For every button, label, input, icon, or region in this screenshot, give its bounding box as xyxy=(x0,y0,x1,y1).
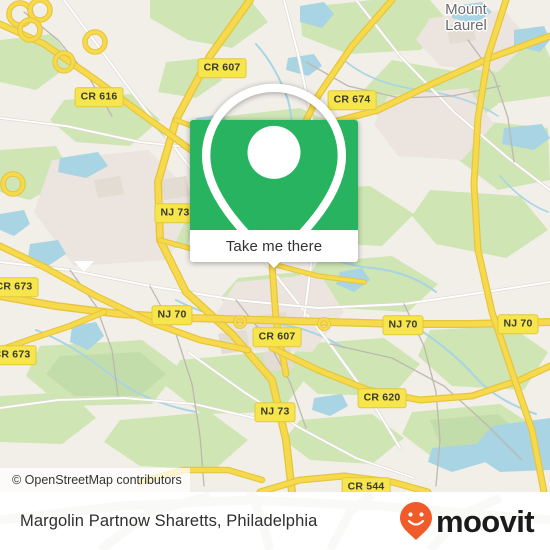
road-shield-nj-70: NJ 70 xyxy=(382,315,424,335)
map-canvas[interactable]: .g{fill:#cfe5b4} .gd{fill:#c3ddaa} .w{fi… xyxy=(0,0,550,492)
osm-attribution-text: © OpenStreetMap contributors xyxy=(12,473,182,487)
moovit-brand[interactable]: moovit xyxy=(399,492,535,550)
page-title: Margolin Partnow Sharetts, Philadelphia xyxy=(20,492,317,550)
destination-callout-card[interactable]: Take me there xyxy=(190,83,358,269)
road-shield-cr-616: CR 616 xyxy=(74,87,124,107)
page-title-text: Margolin Partnow Sharetts, Philadelphia xyxy=(20,511,318,530)
callout-header xyxy=(190,83,358,269)
moovit-map-screenshot: .g{fill:#cfe5b4} .gd{fill:#c3ddaa} .w{fi… xyxy=(0,0,550,550)
road-shield-cr-544: CR 544 xyxy=(341,477,391,492)
place-label-mount-laurel: Mount Laurel xyxy=(445,1,487,34)
road-shield-nj-70: NJ 70 xyxy=(151,305,193,325)
road-shield-cr-620: CR 620 xyxy=(357,388,407,408)
road-shield-cr-673: CR 673 xyxy=(0,345,37,365)
take-me-there-label: Take me there xyxy=(225,237,323,255)
moovit-wordmark: moovit xyxy=(435,503,535,539)
osm-attribution[interactable]: © OpenStreetMap contributors xyxy=(0,468,190,492)
road-shield-cr-673: CR 673 xyxy=(0,277,39,297)
callout-pointer xyxy=(74,261,94,272)
footer-bar: Margolin Partnow Sharetts, Philadelphia … xyxy=(0,492,550,550)
moovit-smiley-pin-icon xyxy=(399,502,432,540)
map-pin-icon xyxy=(201,83,347,269)
road-shield-nj-70: NJ 70 xyxy=(497,314,539,334)
